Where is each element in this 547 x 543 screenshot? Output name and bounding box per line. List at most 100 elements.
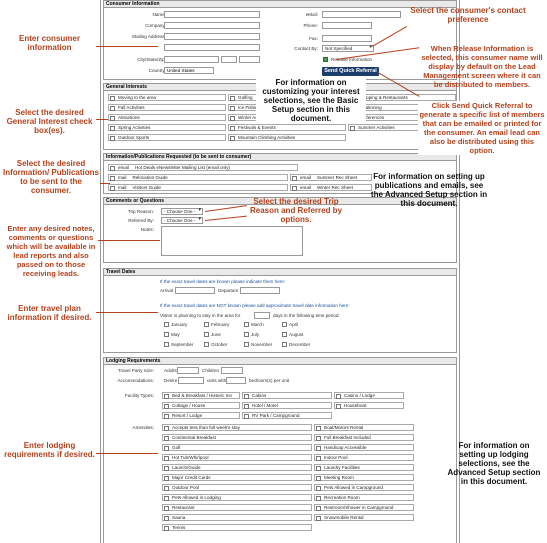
checkbox[interactable]	[282, 332, 287, 338]
month-option[interactable]: May	[164, 332, 180, 338]
checkbox[interactable]	[164, 425, 169, 431]
checkbox[interactable]	[230, 135, 235, 141]
checkbox[interactable]	[164, 435, 169, 441]
facility-option[interactable]: Bed & Breakfast / Historic Inn	[162, 392, 240, 399]
bedrooms-input[interactable]	[226, 377, 246, 384]
checkbox[interactable]	[316, 485, 321, 491]
fax-input[interactable]	[322, 35, 372, 42]
checkbox[interactable]	[244, 322, 249, 328]
checkbox[interactable]	[164, 495, 169, 501]
amenity-option[interactable]: Restroom/Shower in Campground	[314, 504, 414, 511]
checkbox[interactable]	[230, 125, 235, 131]
amenity-option[interactable]: Meeting Room	[314, 474, 414, 481]
release-checkbox[interactable]	[323, 57, 328, 62]
phone-input[interactable]	[322, 22, 372, 29]
month-option[interactable]: June	[204, 332, 221, 338]
checkbox[interactable]	[110, 165, 115, 171]
facility-option[interactable]: Resort / Lodge	[162, 412, 240, 419]
state-input[interactable]	[221, 56, 237, 63]
checkbox[interactable]	[244, 393, 249, 399]
amenity-option[interactable]: Snowmobile Rental	[314, 514, 414, 521]
checkbox[interactable]	[230, 95, 235, 101]
amenity-option[interactable]: Golf	[162, 444, 312, 451]
amenity-option[interactable]: Sauna	[162, 514, 312, 521]
notes-textarea[interactable]	[161, 226, 303, 256]
checkbox[interactable]	[164, 465, 169, 471]
departure-input[interactable]	[240, 287, 280, 294]
month-option[interactable]: April	[282, 322, 298, 328]
amenity-option[interactable]: Full Breakfast Included	[314, 434, 414, 441]
checkbox[interactable]	[316, 505, 321, 511]
publication-option[interactable]: mail Relocation Guide	[108, 174, 288, 181]
checkbox[interactable]	[164, 445, 169, 451]
interest-option[interactable]: Moving to the area	[108, 94, 226, 101]
facility-option[interactable]: RV Park / Campground	[242, 412, 332, 419]
amenity-option[interactable]: Major Credit Cards	[162, 474, 312, 481]
adults-input[interactable]	[177, 367, 199, 374]
checkbox[interactable]	[230, 105, 235, 111]
amenity-option[interactable]: Restaurant	[162, 504, 312, 511]
checkbox[interactable]	[316, 425, 321, 431]
checkbox[interactable]	[164, 403, 169, 409]
interest-option[interactable]: Mountain Climbing Activities	[228, 134, 346, 141]
checkbox[interactable]	[316, 435, 321, 441]
checkbox[interactable]	[164, 322, 169, 328]
checkbox[interactable]	[164, 393, 169, 399]
trip-reason-select[interactable]: - Choose One -	[161, 208, 203, 215]
checkbox[interactable]	[164, 332, 169, 338]
referred-by-select[interactable]: - Choose One -	[161, 217, 203, 224]
publication-option[interactable]: email Summer Rec Sheet	[290, 174, 372, 181]
checkbox[interactable]	[336, 393, 341, 399]
amenity-option[interactable]: Handicap Accessible	[314, 444, 414, 451]
days-input[interactable]	[254, 312, 270, 319]
checkbox[interactable]	[316, 475, 321, 481]
month-option[interactable]: August	[282, 332, 303, 338]
month-option[interactable]: October	[204, 342, 227, 348]
month-option[interactable]: February	[204, 322, 229, 328]
publication-option[interactable]: mail Visitors Guide	[108, 184, 288, 191]
checkbox[interactable]	[110, 115, 115, 121]
facility-option[interactable]: Cabins	[242, 392, 332, 399]
checkbox[interactable]	[110, 185, 115, 191]
checkbox[interactable]	[204, 342, 209, 348]
send-quick-referral-button[interactable]: Send Quick Referral	[322, 67, 379, 76]
publication-option[interactable]: email Winter Rec Sheet	[290, 184, 372, 191]
checkbox[interactable]	[164, 485, 169, 491]
checkbox[interactable]	[282, 322, 287, 328]
month-option[interactable]: November	[244, 342, 272, 348]
checkbox[interactable]	[164, 525, 169, 531]
facility-option[interactable]: Houseboat	[334, 402, 404, 409]
address-line1-input[interactable]	[164, 33, 260, 40]
amenity-option[interactable]: Pets Allowed in Lodging	[162, 494, 312, 501]
checkbox[interactable]	[164, 342, 169, 348]
zip-input[interactable]	[239, 56, 260, 63]
amenity-option[interactable]: Accepts less than full week's stay	[162, 424, 312, 431]
checkbox[interactable]	[244, 342, 249, 348]
interest-option[interactable]: Festivals & Events	[228, 124, 346, 131]
arrival-input[interactable]	[175, 287, 215, 294]
name-input[interactable]	[164, 11, 260, 18]
amenity-option[interactable]: Laundry Facilities	[314, 464, 414, 471]
checkbox[interactable]	[164, 505, 169, 511]
address-line2-input[interactable]	[164, 44, 260, 51]
checkbox[interactable]	[110, 125, 115, 131]
amenity-option[interactable]: Continental Breakfast	[162, 434, 312, 441]
checkbox[interactable]	[316, 445, 321, 451]
company-input[interactable]	[164, 22, 260, 29]
checkbox[interactable]	[164, 475, 169, 481]
month-option[interactable]: December	[282, 342, 310, 348]
interest-option[interactable]: Fall Activities	[108, 104, 226, 111]
interest-option[interactable]: Outdoor Sports	[108, 134, 226, 141]
checkbox[interactable]	[316, 515, 321, 521]
checkbox[interactable]	[316, 465, 321, 471]
month-option[interactable]: March	[244, 322, 264, 328]
facility-option[interactable]: Casino / Lodge	[334, 392, 404, 399]
publication-option[interactable]: email Hot Deals eNewsletter Mailing List …	[108, 164, 298, 171]
month-option[interactable]: September	[164, 342, 193, 348]
checkbox[interactable]	[350, 125, 355, 131]
interest-option[interactable]: Spring Activities	[108, 124, 226, 131]
facility-option[interactable]: Cottage / House	[162, 402, 240, 409]
month-option[interactable]: July	[244, 332, 259, 338]
email-input[interactable]	[322, 11, 401, 18]
checkbox[interactable]	[164, 413, 169, 419]
